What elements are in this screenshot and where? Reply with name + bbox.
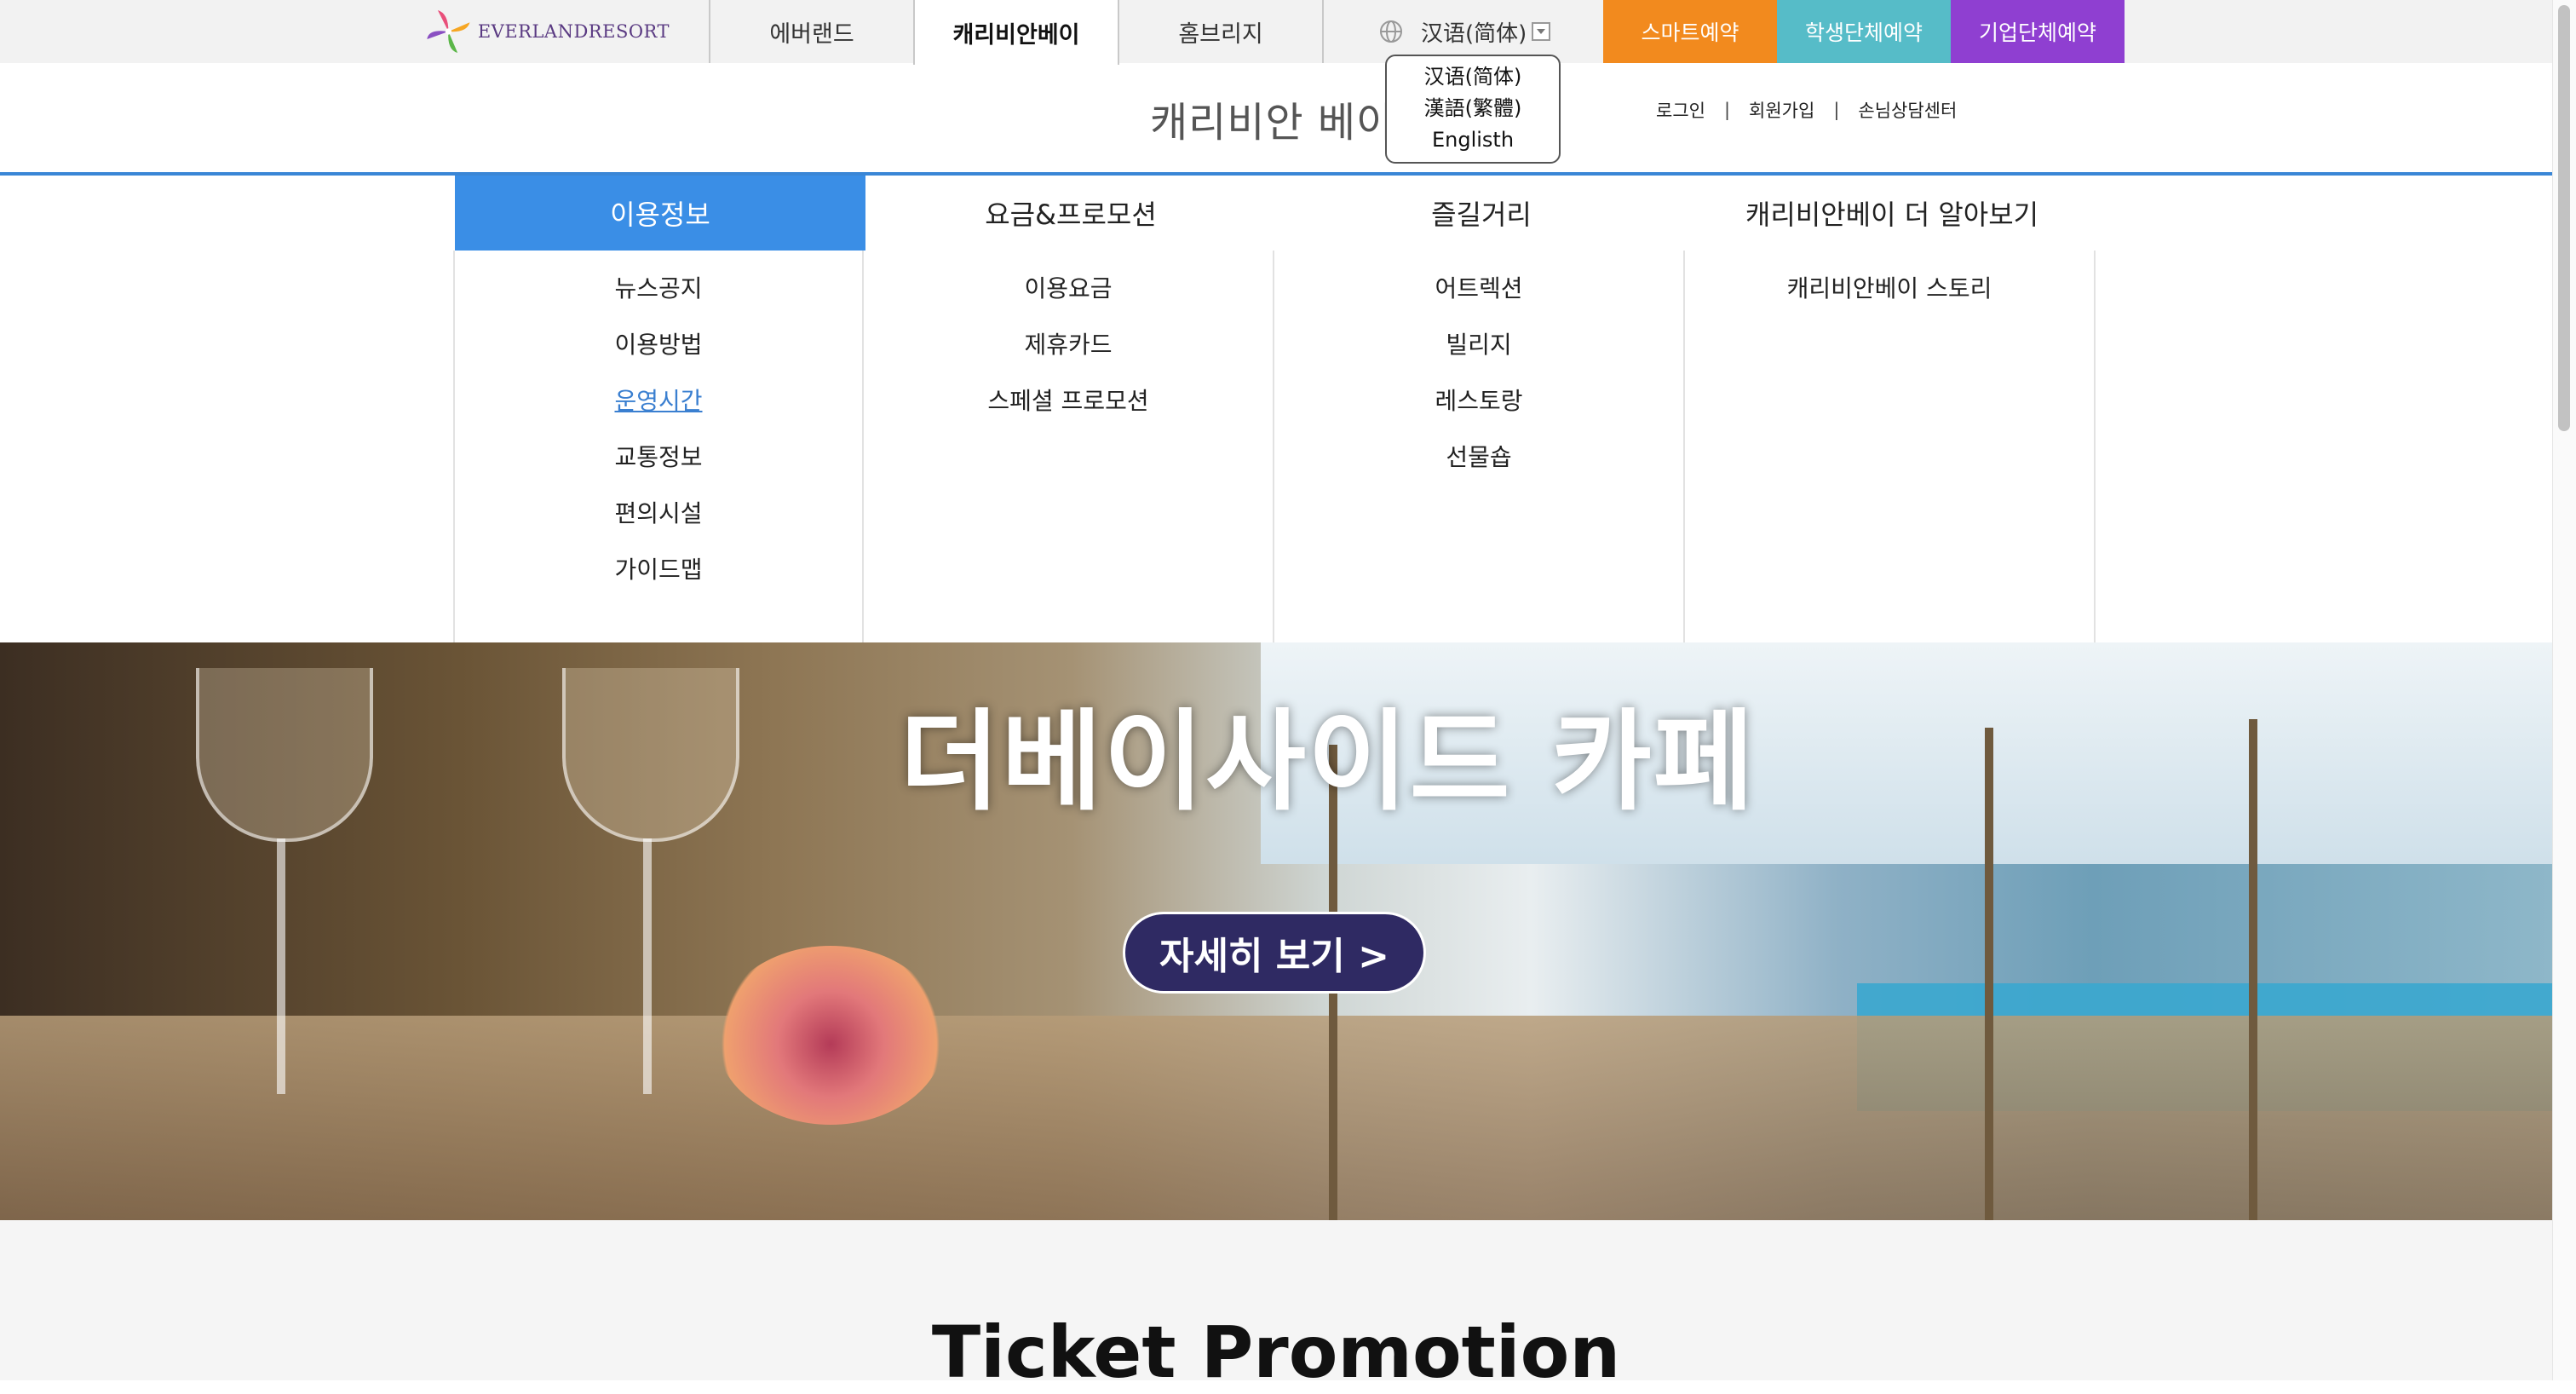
submenu-fees-promotion: 이용요금 제휴카드 스페셜 프로모션	[864, 251, 1274, 642]
submenu-item-how-to-use[interactable]: 이용방법	[614, 317, 702, 373]
scrollbar[interactable]	[2552, 0, 2576, 1380]
submenu-item-transport[interactable]: 교통정보	[614, 429, 702, 486]
submenu-item-hours[interactable]: 운영시간	[614, 373, 702, 429]
language-current: 汉语(简体)	[1421, 20, 1527, 47]
submenu-item-village[interactable]: 빌리지	[1446, 317, 1511, 373]
palm-tree	[2249, 719, 2257, 1220]
site-tab-everland[interactable]: 에버랜드	[709, 0, 915, 63]
chevron-down-icon[interactable]	[1532, 22, 1551, 41]
hibiscus-image	[716, 946, 946, 1125]
wine-glass-stem	[643, 838, 652, 1094]
gnb-fees-promotion[interactable]: 요금&프로모션	[865, 176, 1276, 251]
banner-deck	[0, 1016, 2552, 1220]
gnb-usage-info[interactable]: 이용정보	[455, 176, 865, 251]
submenu-more-about: 캐리비안베이 스토리	[1685, 251, 2096, 642]
submenu-item-gift-shop[interactable]: 선물숍	[1446, 429, 1511, 486]
submenu-item-special-promotion[interactable]: 스페셜 프로모션	[987, 373, 1148, 429]
gnb-attractions[interactable]: 즐길거리	[1276, 176, 1687, 251]
site-tab-homebridge[interactable]: 홈브리지	[1118, 0, 1324, 63]
submenu-item-facilities[interactable]: 편의시설	[614, 486, 702, 542]
submenu-item-fees[interactable]: 이용요금	[1024, 261, 1112, 317]
utility-links: 로그인 | 회원가입 | 손님상담센터	[1656, 97, 1957, 123]
login-link[interactable]: 로그인	[1656, 97, 1705, 123]
main-navigation: 이용정보 요금&프로모션 즐길거리 캐리비안베이 더 알아보기	[0, 176, 2552, 252]
logo-text: EVERLANDRESORT	[477, 21, 670, 42]
submenu-item-restaurant[interactable]: 레스토랑	[1435, 373, 1522, 429]
palm-tree	[1985, 728, 1993, 1220]
globe-icon	[1380, 20, 1402, 43]
page-title: 캐리비안 베이	[1150, 99, 1395, 147]
language-option-traditional[interactable]: 漢語(繁體)	[1424, 93, 1522, 124]
mega-menu: 뉴스공지 이용방법 운영시간 교통정보 편의시설 가이드맵 이용요금 제휴카드 …	[0, 251, 2552, 642]
submenu-item-attraction[interactable]: 어트렉션	[1435, 261, 1522, 317]
everland-resort-logo[interactable]: EVERLANDRESORT	[423, 0, 670, 63]
language-option-english[interactable]: Englisth	[1432, 124, 1514, 156]
banner-title: 더베이사이드 카페	[900, 699, 1756, 826]
wine-glass-image	[196, 668, 373, 842]
submenu-item-story[interactable]: 캐리비안베이 스토리	[1787, 261, 1992, 317]
site-tab-caribbean-bay[interactable]: 캐리비안베이	[913, 0, 1119, 65]
top-bar: EVERLANDRESORT 에버랜드 캐리비안베이 홈브리지 汉语(简体) 스…	[0, 0, 2552, 65]
submenu-usage-info: 뉴스공지 이용방법 운영시간 교통정보 편의시설 가이드맵	[453, 251, 864, 642]
language-dropdown: 汉语(简体) 漢語(繁體) Englisth	[1385, 55, 1561, 164]
divider: |	[1723, 100, 1731, 120]
wine-glass-stem	[277, 838, 285, 1094]
hero-banner[interactable]: 더베이사이드 카페 자세히 보기 >	[0, 642, 2552, 1220]
wine-glass-image	[562, 668, 739, 842]
signup-link[interactable]: 회원가입	[1749, 97, 1814, 123]
language-option-simplified[interactable]: 汉语(简体)	[1424, 61, 1522, 93]
submenu-item-partner-cards[interactable]: 제휴카드	[1024, 317, 1112, 373]
pinwheel-logo-icon	[427, 9, 470, 54]
corporate-group-reservation-button[interactable]: 기업단체예약	[1951, 0, 2125, 63]
customer-center-link[interactable]: 손님상담센터	[1858, 97, 1957, 123]
submenu-item-news[interactable]: 뉴스공지	[614, 261, 702, 317]
view-details-button[interactable]: 자세히 보기 >	[1123, 912, 1426, 994]
divider: |	[1833, 100, 1840, 120]
gnb-more-about[interactable]: 캐리비안베이 더 알아보기	[1687, 176, 2097, 251]
promotion-section: Ticket Promotion	[0, 1220, 2552, 1394]
student-group-reservation-button[interactable]: 학생단체예약	[1777, 0, 1951, 63]
smart-reservation-button[interactable]: 스마트예약	[1603, 0, 1777, 63]
scrollbar-thumb[interactable]	[2558, 5, 2570, 431]
language-selector[interactable]: 汉语(简体)	[1378, 0, 1551, 63]
promotion-title: Ticket Promotion	[931, 1310, 1621, 1394]
submenu-attractions: 어트렉션 빌리지 레스토랑 선물숍	[1274, 251, 1685, 642]
submenu-item-guide-map[interactable]: 가이드맵	[614, 542, 702, 598]
